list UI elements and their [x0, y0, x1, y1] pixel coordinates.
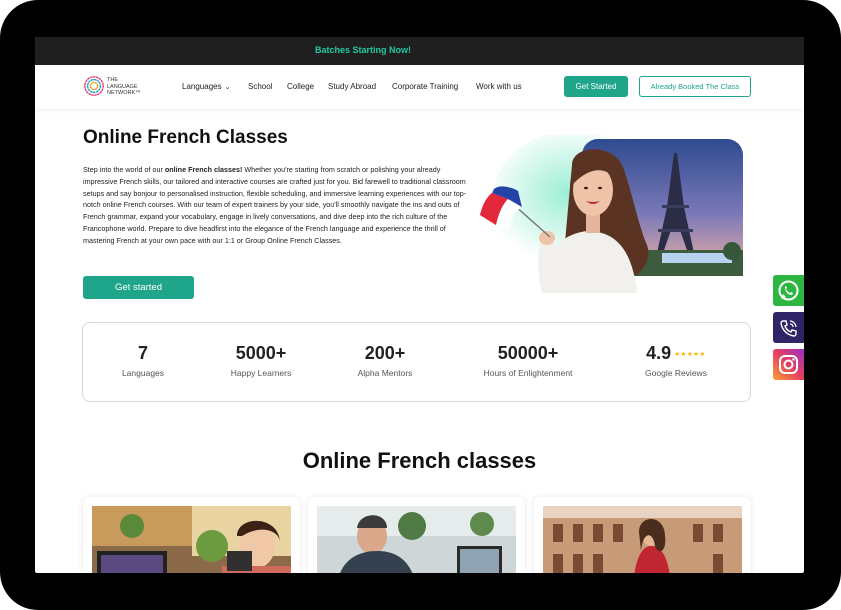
nav-school[interactable]: School — [248, 82, 272, 91]
stat-label: Languages — [121, 368, 165, 378]
announcement-bar: Batches Starting Now! — [35, 37, 804, 65]
hero-title: Online French Classes — [83, 127, 288, 148]
nav-corporate-training[interactable]: Corporate Training — [392, 82, 458, 91]
whatsapp-button[interactable] — [773, 275, 804, 306]
logo[interactable]: THE LANGUAGE NETWORK™ — [83, 74, 153, 100]
phone-button[interactable] — [773, 312, 804, 343]
already-booked-button[interactable]: Already Booked The Class — [639, 76, 751, 97]
instagram-button[interactable] — [773, 349, 804, 380]
stat-label: Google Reviews — [645, 368, 707, 378]
hero-description-bold: online French classes! — [164, 165, 243, 174]
course-card-image — [317, 506, 516, 573]
stat-label: Happy Learners — [230, 368, 292, 378]
stat-alpha-mentors: 200+ Alpha Mentors — [335, 343, 435, 378]
browser-viewport: Batches Starting Now! THE LANGUAGE NETWO… — [35, 37, 804, 573]
hero-description: Step into the world of our online French… — [83, 165, 467, 245]
instagram-icon — [779, 355, 798, 374]
stat-hours: 50000+ Hours of Enlightenment — [461, 343, 595, 378]
stat-languages: 7 Languages — [103, 343, 183, 378]
navbar: THE LANGUAGE NETWORK™ Languages ⌄ School … — [35, 65, 804, 109]
nav-college[interactable]: College — [287, 82, 314, 91]
stats-panel: 7 Languages 5000+ Happy Learners 200+ Al… — [82, 322, 751, 402]
whatsapp-icon — [778, 280, 799, 301]
get-started-nav-button[interactable]: Get Started — [564, 76, 628, 97]
hero-get-started-button[interactable]: Get started — [83, 276, 194, 299]
logo-mark-icon — [84, 76, 104, 96]
stat-happy-learners: 5000+ Happy Learners — [211, 343, 311, 378]
chevron-down-icon: ⌄ — [224, 84, 231, 91]
stat-value: 7 — [137, 343, 148, 363]
section-title: Online French classes — [302, 448, 537, 473]
stat-value: 4.9 — [646, 343, 672, 363]
logo-text-line3: NETWORK™ — [107, 90, 141, 96]
stat-google-reviews: 4.9 ★★★★★ Google Reviews — [623, 343, 729, 378]
stat-value: 200+ — [364, 343, 406, 363]
course-card[interactable] — [83, 497, 300, 573]
nav-languages[interactable]: Languages ⌄ — [182, 82, 230, 91]
stat-value: 50000+ — [497, 343, 559, 363]
stat-value: 5000+ — [235, 343, 287, 363]
stat-label: Alpha Mentors — [357, 368, 413, 378]
nav-study-abroad[interactable]: Study Abroad — [328, 82, 376, 91]
course-card-image — [92, 506, 291, 573]
nav-languages-label: Languages — [182, 82, 222, 91]
nav-work-with-us[interactable]: Work with us — [476, 82, 522, 91]
course-card-image — [543, 506, 742, 573]
course-card[interactable] — [308, 497, 525, 573]
star-rating-icon: ★★★★★ — [674, 351, 706, 359]
course-card[interactable] — [534, 497, 751, 573]
announcement-text[interactable]: Batches Starting Now! — [315, 45, 411, 55]
stat-label: Hours of Enlightenment — [483, 368, 573, 378]
phone-icon — [780, 320, 797, 337]
hero-image — [480, 135, 743, 293]
